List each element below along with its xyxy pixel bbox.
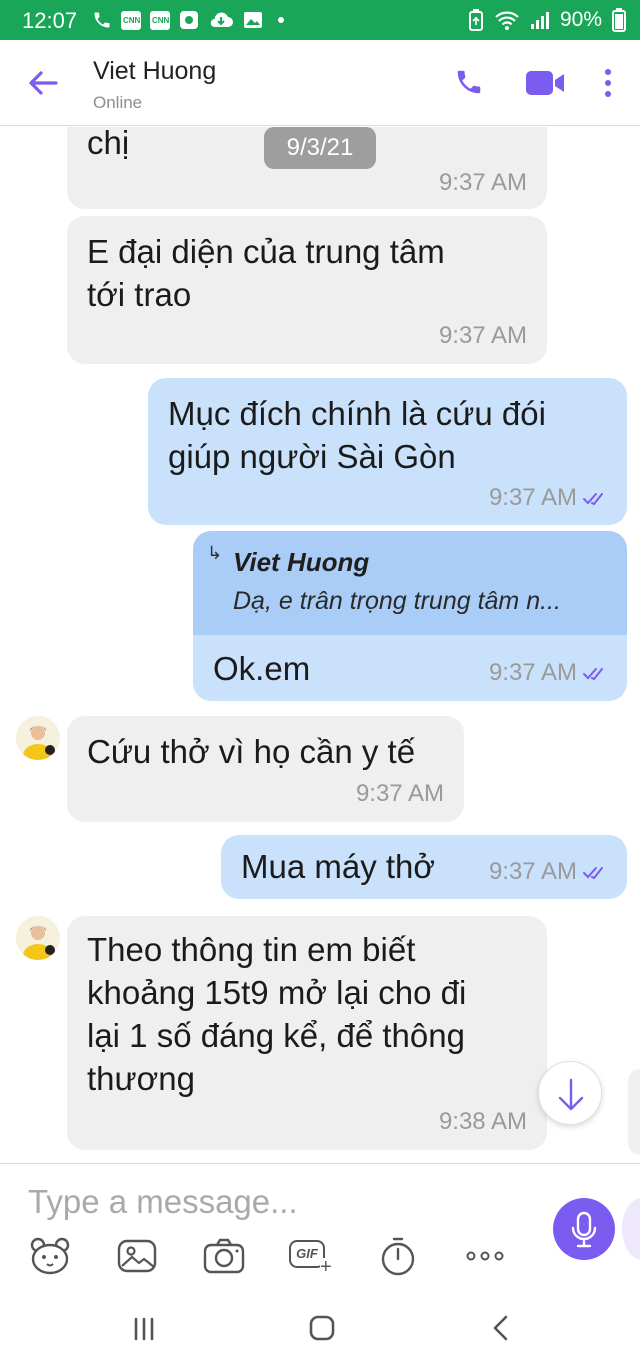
cnn-icon: CNN xyxy=(150,10,170,30)
gallery-icon[interactable] xyxy=(115,1234,159,1278)
nav-back-icon[interactable] xyxy=(482,1313,522,1345)
message-time: 9:37 AM xyxy=(488,659,577,686)
wifi-icon xyxy=(495,11,519,30)
contact-avatar[interactable] xyxy=(16,916,60,960)
contact-name[interactable]: Viet Huong xyxy=(93,57,216,86)
battery-saver-icon xyxy=(468,9,483,31)
message-text: Ok.em xyxy=(213,650,311,687)
gif-icon[interactable]: GIF + xyxy=(289,1234,333,1278)
signal-icon xyxy=(530,12,549,29)
cnn-icon: CNN xyxy=(121,10,141,30)
date-pill: 9/3/21 xyxy=(264,127,376,169)
home-icon[interactable] xyxy=(302,1313,342,1345)
contact-status: Online xyxy=(93,93,143,112)
status-time: 12:07 xyxy=(22,8,78,33)
read-receipt-icon xyxy=(583,493,603,506)
read-receipt-icon xyxy=(583,867,603,880)
avatar-image xyxy=(16,916,60,960)
outgoing-reply-message[interactable]: ↳ Viet Huong Dạ, e trân trọng trung tâm … xyxy=(193,531,627,701)
message-time: 9:37 AM xyxy=(438,169,527,196)
quoted-text: Dạ, e trân trọng trung tâm n... xyxy=(233,587,561,615)
viber-chat-screen: 12:07 CNN CNN 90% Viet Huong Online chị … xyxy=(0,0,640,1372)
incoming-message[interactable]: Cứu thở vì họ cần y tế 9:37 AM xyxy=(67,716,464,822)
incoming-message[interactable]: Theo thông tin em biết khoảng 15t9 mở lạ… xyxy=(67,916,547,1150)
message-time: 9:37 AM xyxy=(438,322,527,349)
message-text: Mua máy thở xyxy=(241,848,436,885)
more-tools-icon[interactable] xyxy=(463,1234,507,1278)
avatar-image xyxy=(16,716,60,760)
message-time: 9:37 AM xyxy=(488,484,577,511)
outgoing-message[interactable]: Mua máy thở 9:37 AM xyxy=(221,835,627,899)
message-composer: GIF + xyxy=(0,1163,640,1293)
app-icon xyxy=(180,11,198,29)
message-text: E đại diện của trung tâm tới trao xyxy=(87,233,445,313)
battery-icon xyxy=(612,8,626,32)
side-button-edge xyxy=(622,1198,640,1260)
message-text: Cứu thở vì họ cần y tế xyxy=(87,733,416,770)
quoted-message[interactable]: ↳ Viet Huong Dạ, e trân trọng trung tâm … xyxy=(193,531,627,635)
quoted-author: Viet Huong xyxy=(233,547,370,577)
image-icon xyxy=(244,12,262,28)
message-list[interactable]: chị 9:37 AM 9/3/21 E đại diện của trung … xyxy=(0,127,640,1163)
video-call-icon[interactable] xyxy=(524,68,566,98)
message-time: 9:37 AM xyxy=(355,780,444,807)
side-panel-handle[interactable] xyxy=(628,1069,640,1155)
microphone-icon xyxy=(571,1211,597,1248)
plus-icon: + xyxy=(320,1256,332,1278)
message-text: chị xyxy=(87,127,130,161)
timer-icon[interactable] xyxy=(376,1234,420,1278)
arrow-down-icon xyxy=(558,1078,584,1111)
message-time: 9:37 AM xyxy=(488,858,577,885)
outgoing-message[interactable]: Mục đích chính là cứu đói giúp người Sài… xyxy=(148,378,627,525)
reply-arrow-icon: ↳ xyxy=(207,543,223,563)
status-bar: 12:07 CNN CNN 90% xyxy=(0,0,640,40)
dot-icon xyxy=(278,17,284,23)
scroll-to-bottom-button[interactable] xyxy=(538,1061,602,1125)
message-time: 9:38 AM xyxy=(438,1108,527,1135)
navigation-bar xyxy=(0,1293,640,1372)
battery-percent: 90% xyxy=(559,8,602,31)
cloud-icon xyxy=(210,12,233,28)
system-icons: 90% xyxy=(468,8,626,32)
phone-icon xyxy=(94,12,110,28)
recent-apps-icon[interactable] xyxy=(124,1313,164,1345)
camera-icon[interactable] xyxy=(202,1234,246,1278)
message-input[interactable] xyxy=(28,1180,528,1224)
more-options-icon[interactable] xyxy=(599,68,617,100)
notification-icons: CNN CNN xyxy=(92,10,284,30)
sticker-icon[interactable] xyxy=(28,1234,72,1278)
voice-call-icon[interactable] xyxy=(454,67,484,97)
incoming-message[interactable]: E đại diện của trung tâm tới trao 9:37 A… xyxy=(67,216,547,364)
contact-avatar[interactable] xyxy=(16,716,60,760)
message-text: Mục đích chính là cứu đói giúp người Sài… xyxy=(168,395,546,475)
read-receipt-icon xyxy=(583,668,603,681)
voice-message-button[interactable] xyxy=(553,1198,615,1260)
back-arrow-icon[interactable] xyxy=(26,68,60,98)
chat-header: Viet Huong Online xyxy=(0,40,640,126)
message-text: Theo thông tin em biết khoảng 15t9 mở lạ… xyxy=(87,931,467,1097)
